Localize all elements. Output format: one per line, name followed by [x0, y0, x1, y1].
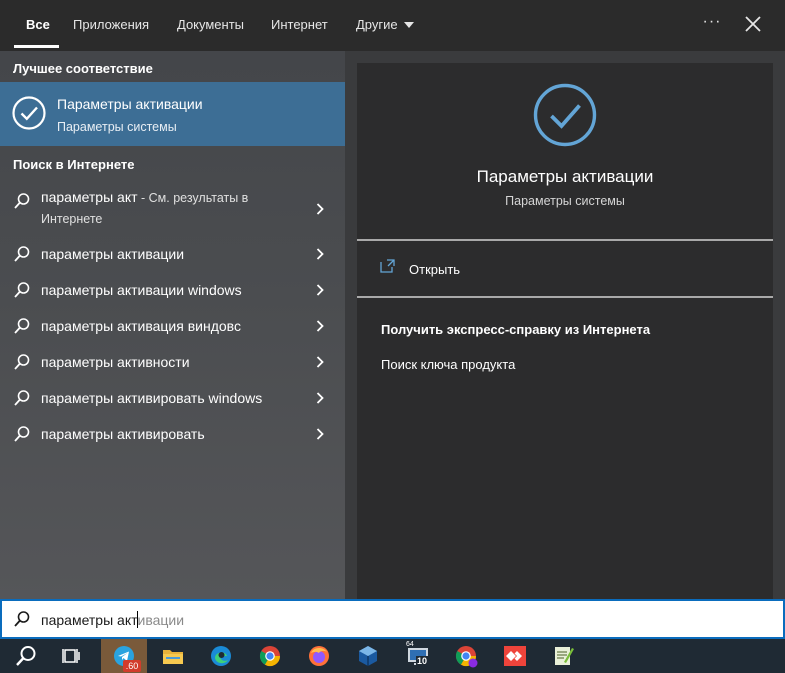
more-dots-icon[interactable]: ··· — [701, 14, 723, 34]
version-badge: 10 — [416, 656, 429, 666]
suggestion-text: параметры активации — [41, 246, 185, 262]
taskbar-chrome-profile[interactable] — [443, 639, 489, 673]
search-icon — [13, 317, 31, 335]
anydesk-icon — [504, 646, 526, 666]
suggestion-item[interactable]: параметры активности — [0, 344, 345, 380]
chevron-right-icon — [313, 283, 327, 297]
suggestion-text: параметры активация виндовс — [41, 318, 241, 334]
taskbar-telegram[interactable]: .60 — [101, 639, 147, 673]
search-typed-text: параметры акт — [41, 612, 138, 628]
best-match-title: Параметры активации — [57, 96, 203, 112]
tab-all[interactable]: Все — [26, 0, 50, 51]
bits-badge: 64 — [406, 641, 414, 648]
open-window-icon — [380, 259, 396, 273]
suggestion-item[interactable]: параметры акт - См. результаты в Интерне… — [0, 183, 345, 237]
search-icon — [13, 389, 31, 407]
search-input[interactable]: параметры активации — [41, 611, 184, 628]
best-match-subtitle: Параметры системы — [57, 120, 177, 134]
suggestion-item[interactable]: параметры активировать — [0, 416, 345, 452]
suggestion-item[interactable]: параметры активация виндовс — [0, 308, 345, 344]
telegram-unread-badge: .60 — [123, 660, 141, 672]
search-icon — [16, 646, 36, 666]
search-icon — [13, 353, 31, 371]
best-match-heading: Лучшее соответствие — [13, 61, 153, 76]
search-tabs-bar: Все Приложения Документы Интернет Другие… — [0, 0, 785, 51]
chevron-right-icon — [313, 391, 327, 405]
chrome-profile-icon — [455, 646, 478, 668]
task-view-button[interactable] — [49, 639, 95, 673]
search-autocomplete: ивации — [137, 612, 185, 628]
caret-down-icon — [403, 21, 414, 28]
tab-more-label: Другие — [356, 17, 398, 32]
search-icon — [13, 610, 31, 628]
tab-internet[interactable]: Интернет — [271, 0, 328, 51]
preview-subtitle: Параметры системы — [505, 194, 625, 208]
search-icon — [13, 281, 31, 299]
open-button[interactable]: Открыть — [379, 259, 579, 281]
firefox-icon — [309, 646, 329, 666]
taskbar: .60 64 10 — [0, 639, 785, 673]
taskbar-anydesk[interactable] — [492, 639, 538, 673]
chevron-right-icon — [313, 319, 327, 333]
check-circle-icon — [532, 82, 598, 148]
chevron-right-icon — [313, 202, 327, 216]
quick-help-heading: Получить экспресс-справку из Интернета — [381, 322, 651, 337]
suggestion-text: параметры акт - См. результаты в Интерне… — [41, 187, 281, 229]
suggestion-text: параметры активности — [41, 354, 190, 370]
telegram-badge-count: 60 — [128, 661, 139, 671]
suggestion-item[interactable]: параметры активировать windows — [0, 380, 345, 416]
search-box[interactable]: параметры активации — [0, 599, 785, 639]
web-search-heading: Поиск в Интернете — [13, 157, 135, 172]
taskbar-chrome[interactable] — [247, 639, 293, 673]
close-icon[interactable] — [741, 12, 765, 36]
suggestion-query: параметры акт — [41, 189, 138, 205]
taskbar-edge[interactable] — [198, 639, 244, 673]
suggestion-text: параметры активировать windows — [41, 390, 263, 406]
chevron-right-icon — [313, 427, 327, 441]
open-label: Открыть — [409, 262, 461, 277]
tab-more[interactable]: Другие — [356, 0, 414, 51]
help-link-product-key[interactable]: Поиск ключа продукта — [381, 357, 515, 372]
taskbar-windows-app[interactable]: 64 10 — [395, 639, 441, 673]
suggestion-item[interactable]: параметры активации windows — [0, 272, 345, 308]
edge-icon — [211, 646, 231, 666]
preview-title: Параметры активации — [476, 167, 654, 186]
divider — [357, 239, 773, 241]
taskbar-notepad-app[interactable] — [540, 639, 586, 673]
taskbar-firefox[interactable] — [296, 639, 342, 673]
active-tab-indicator — [14, 45, 59, 48]
task-view-icon — [62, 649, 80, 663]
chevron-right-icon — [313, 355, 327, 369]
taskbar-search-button[interactable] — [3, 639, 49, 673]
suggestion-text: параметры активации windows — [41, 282, 242, 298]
notepad-icon — [555, 647, 574, 665]
suggestion-item[interactable]: параметры активации — [0, 236, 345, 272]
check-circle-icon — [11, 95, 47, 131]
taskbar-virtualbox[interactable] — [345, 639, 391, 673]
search-icon — [13, 425, 31, 443]
search-icon — [13, 245, 31, 263]
suggestion-text: параметры активировать — [41, 426, 205, 442]
tab-apps[interactable]: Приложения — [73, 0, 149, 51]
preview-panel: Параметры активации Параметры системы От… — [357, 63, 773, 599]
best-match-item[interactable]: Параметры активации Параметры системы — [0, 82, 345, 146]
taskbar-file-explorer[interactable] — [150, 639, 196, 673]
folder-icon — [163, 650, 183, 664]
tab-documents[interactable]: Документы — [177, 0, 244, 51]
search-icon — [13, 192, 31, 210]
divider — [357, 296, 773, 298]
virtualbox-icon — [359, 646, 377, 666]
chevron-right-icon — [313, 247, 327, 261]
chrome-icon — [259, 646, 281, 667]
